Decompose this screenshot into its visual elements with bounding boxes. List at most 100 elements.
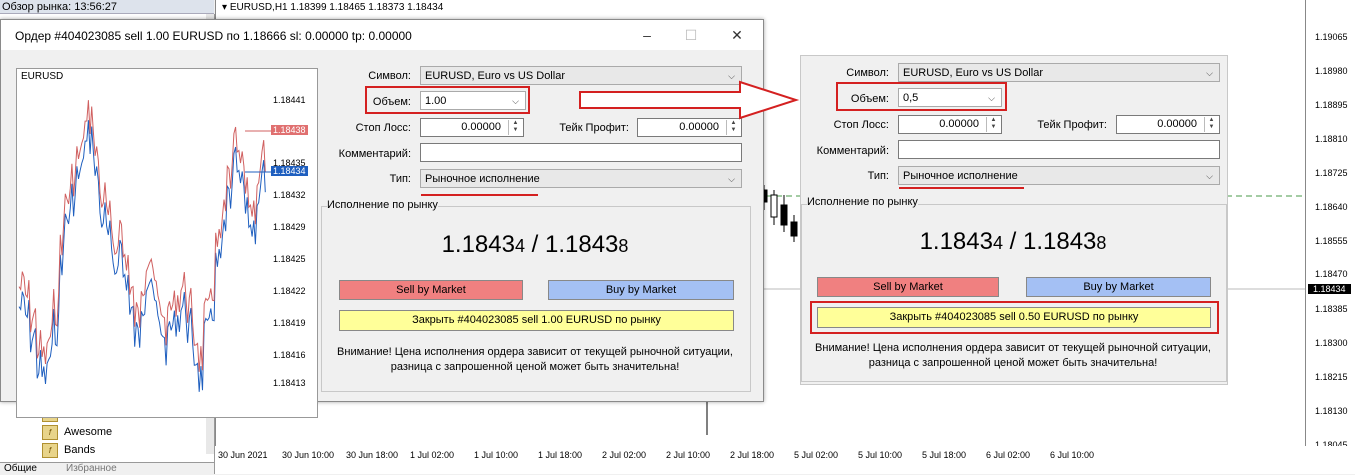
quote-display: 1.18434 / 1.18438 [321, 231, 749, 259]
highlight-close-button [810, 301, 1219, 334]
stop-loss-input[interactable]: 0.00000 ▲ ▼ [898, 115, 1002, 134]
stop-loss-input[interactable]: 0.00000 ▲ ▼ [420, 118, 524, 137]
time-label: 6 Jul 10:00 [1050, 450, 1095, 460]
edited-order-panel: Символ: EURUSD, Euro vs US Dollar ⌵ Объем… [800, 55, 1228, 385]
order-type-select[interactable]: Рыночное исполнение ⌵ [420, 169, 742, 188]
warning-text: Внимание! Цена исполнения ордера зависит… [815, 342, 1211, 369]
tab-favorites[interactable]: Избранное [66, 463, 117, 474]
chevron-down-icon: ⌵ [1206, 68, 1213, 78]
comment-label: Комментарий: [816, 145, 889, 157]
ask-price: 1.1843 [545, 231, 619, 258]
price-label: 1.18385 [1315, 304, 1348, 314]
time-label: 2 Jul 10:00 [666, 450, 711, 460]
tick-price-label: 1.18416 [273, 350, 306, 360]
navigator-item-awesome[interactable]: f Awesome [42, 424, 112, 440]
order-type-select[interactable]: Рыночное исполнение ⌵ [898, 166, 1220, 185]
price-label: 1.18640 [1315, 202, 1348, 212]
bid-price-tag: 1.18434 [271, 166, 308, 176]
price-label: 1.18725 [1315, 168, 1348, 178]
sell-by-market-button[interactable]: Sell by Market [817, 277, 999, 297]
price-label: 1.18555 [1315, 236, 1348, 246]
maximize-icon[interactable]: ☐ [681, 26, 701, 44]
dialog-title: Ордер #404023085 sell 1.00 EURUSD по 1.1… [15, 29, 412, 43]
chart-title: ▾ EURUSD,H1 1.18399 1.18465 1.18373 1.18… [222, 2, 444, 13]
time-label: 1 Jul 10:00 [474, 450, 519, 460]
group-title: Исполнение по рынку [327, 199, 438, 211]
sell-by-market-button[interactable]: Sell by Market [339, 280, 523, 300]
order-dialog: Ордер #404023085 sell 1.00 EURUSD по 1.1… [0, 19, 764, 418]
price-label: 1.18130 [1315, 406, 1348, 416]
close-order-button[interactable]: Закрыть #404023085 sell 1.00 EURUSD по р… [339, 310, 734, 331]
price-label: 1.18300 [1315, 338, 1348, 348]
tick-price-label: 1.18413 [273, 378, 306, 388]
time-label: 30 Jun 2021 [218, 450, 268, 460]
comment-input[interactable] [898, 140, 1220, 159]
symbol-label: Символ: [368, 70, 411, 82]
bid-price: 1.1843 [919, 228, 993, 255]
time-label: 2 Jul 02:00 [602, 450, 647, 460]
buy-by-market-button[interactable]: Buy by Market [1026, 277, 1211, 297]
underline-type [899, 187, 1024, 189]
tick-price-label: 1.18425 [273, 254, 306, 264]
comment-input[interactable] [420, 143, 742, 162]
fx-indicator-icon: f [42, 424, 58, 440]
chart-menu-icon[interactable]: ▾ [222, 2, 227, 13]
bid-price: 1.1843 [441, 231, 515, 258]
minimize-icon[interactable]: – [637, 26, 657, 44]
symbol-select[interactable]: EURUSD, Euro vs US Dollar ⌵ [898, 63, 1220, 82]
take-profit-label: Тейк Профит: [1037, 119, 1107, 131]
type-label: Тип: [867, 170, 889, 182]
right-arrow-icon [579, 80, 800, 120]
chevron-down-icon: ⌵ [728, 174, 735, 184]
quote-separator: / [524, 231, 545, 258]
tick-chart-lines [18, 100, 271, 392]
highlight-volume [836, 82, 1007, 111]
price-label: 1.19065 [1315, 32, 1348, 42]
comment-label: Комментарий: [338, 148, 411, 160]
price-label: 1.18470 [1315, 269, 1348, 279]
time-label: 5 Jul 10:00 [858, 450, 903, 460]
time-label: 6 Jul 02:00 [986, 450, 1031, 460]
stop-loss-label: Стоп Лосс: [355, 122, 411, 134]
price-label: 1.18980 [1315, 66, 1348, 76]
type-label: Тип: [389, 173, 411, 185]
take-profit-input[interactable]: 0.00000 ▲ ▼ [1116, 115, 1220, 134]
time-label: 5 Jul 18:00 [922, 450, 967, 460]
dialog-titlebar[interactable]: Ордер #404023085 sell 1.00 EURUSD по 1.1… [1, 20, 763, 50]
time-label: 2 Jul 18:00 [730, 450, 775, 460]
buy-by-market-button[interactable]: Buy by Market [548, 280, 734, 300]
tick-price-label: 1.18419 [273, 318, 306, 328]
time-label: 5 Jul 02:00 [794, 450, 839, 460]
time-label: 1 Jul 02:00 [410, 450, 455, 460]
price-label: 1.18895 [1315, 100, 1348, 110]
chevron-down-icon: ⌵ [1206, 171, 1213, 181]
tick-price-label: 1.18429 [273, 222, 306, 232]
time-label: 30 Jun 10:00 [282, 450, 335, 460]
tick-price-label: 1.18422 [273, 286, 306, 296]
ask-last-digit: 8 [618, 236, 629, 256]
spin-icon[interactable]: ▲ ▼ [1204, 117, 1218, 132]
bid-last-digit: 4 [514, 236, 525, 256]
symbol-label: Символ: [846, 67, 889, 79]
price-label: 1.18810 [1315, 134, 1348, 144]
quote-display: 1.18434 / 1.18438 [801, 228, 1225, 256]
navigator-tabs: Общие Избранное [0, 462, 214, 475]
warning-text: Внимание! Цена исполнения ордера зависит… [337, 346, 733, 373]
close-icon[interactable]: ✕ [727, 26, 747, 44]
bid-last-digit: 4 [992, 233, 1003, 253]
tick-price-label: 1.18441 [273, 95, 306, 105]
stop-loss-label: Стоп Лосс: [833, 119, 889, 131]
time-label: 1 Jul 18:00 [538, 450, 583, 460]
tab-general[interactable]: Общие [4, 463, 37, 474]
highlight-volume [365, 86, 530, 114]
ask-last-digit: 8 [1096, 233, 1107, 253]
spin-icon[interactable]: ▲ ▼ [508, 120, 522, 135]
navigator-item-bands[interactable]: f Bands [42, 442, 95, 458]
spin-icon[interactable]: ▲ ▼ [726, 120, 740, 135]
price-label: 1.18215 [1315, 372, 1348, 382]
quote-separator: / [1002, 228, 1023, 255]
time-label: 30 Jun 18:00 [346, 450, 399, 460]
take-profit-label: Тейк Профит: [559, 122, 629, 134]
underline-type [421, 194, 538, 196]
spin-icon[interactable]: ▲ ▼ [986, 117, 1000, 132]
